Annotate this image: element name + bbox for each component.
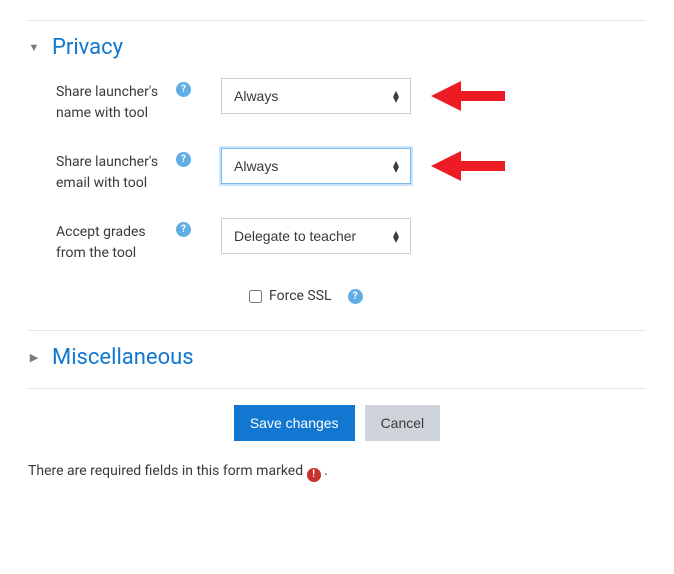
force-ssl-checkbox[interactable] — [249, 290, 262, 303]
share-email-label: Share launcher's email with tool — [56, 152, 166, 194]
privacy-header[interactable]: ▼ Privacy — [28, 35, 646, 60]
footer-tail: . — [324, 463, 328, 479]
help-icon[interactable]: ? — [176, 82, 191, 97]
force-ssl-row: Force SSL ? — [249, 288, 646, 304]
share-email-select[interactable]: Always — [221, 148, 411, 184]
share-name-row: Share launcher's name with tool ? Always… — [28, 78, 646, 124]
misc-header[interactable]: ▶ Miscellaneous — [28, 345, 646, 370]
accept-grades-label: Accept grades from the tool — [56, 222, 166, 264]
accept-grades-row: Accept grades from the tool ? Delegate t… — [28, 218, 646, 264]
misc-title[interactable]: Miscellaneous — [52, 345, 194, 370]
help-icon[interactable]: ? — [348, 289, 363, 304]
expand-icon: ▶ — [28, 351, 40, 364]
footer-text: There are required fields in this form m… — [28, 463, 303, 479]
share-name-select-wrap: Always ▴▾ — [221, 78, 411, 114]
accept-grades-select[interactable]: Delegate to teacher — [221, 218, 411, 254]
privacy-title[interactable]: Privacy — [52, 35, 123, 60]
share-email-select-wrap: Always ▴▾ — [221, 148, 411, 184]
footer-note: There are required fields in this form m… — [28, 463, 646, 482]
save-button[interactable]: Save changes — [234, 405, 355, 441]
required-icon: ! — [307, 468, 321, 482]
cancel-button[interactable]: Cancel — [365, 405, 441, 441]
share-name-select[interactable]: Always — [221, 78, 411, 114]
share-email-row: Share launcher's email with tool ? Alway… — [28, 148, 646, 194]
privacy-bottom-divider — [28, 330, 646, 331]
annotation-arrow-icon — [431, 149, 505, 183]
misc-bottom-divider — [28, 388, 646, 389]
top-divider — [28, 20, 646, 21]
annotation-arrow-icon — [431, 79, 505, 113]
accept-grades-select-wrap: Delegate to teacher ▴▾ — [221, 218, 411, 254]
share-name-label: Share launcher's name with tool — [56, 82, 166, 124]
button-row: Save changes Cancel — [28, 405, 646, 441]
force-ssl-label: Force SSL — [269, 288, 332, 304]
help-icon[interactable]: ? — [176, 152, 191, 167]
collapse-icon: ▼ — [28, 41, 40, 54]
help-icon[interactable]: ? — [176, 222, 191, 237]
